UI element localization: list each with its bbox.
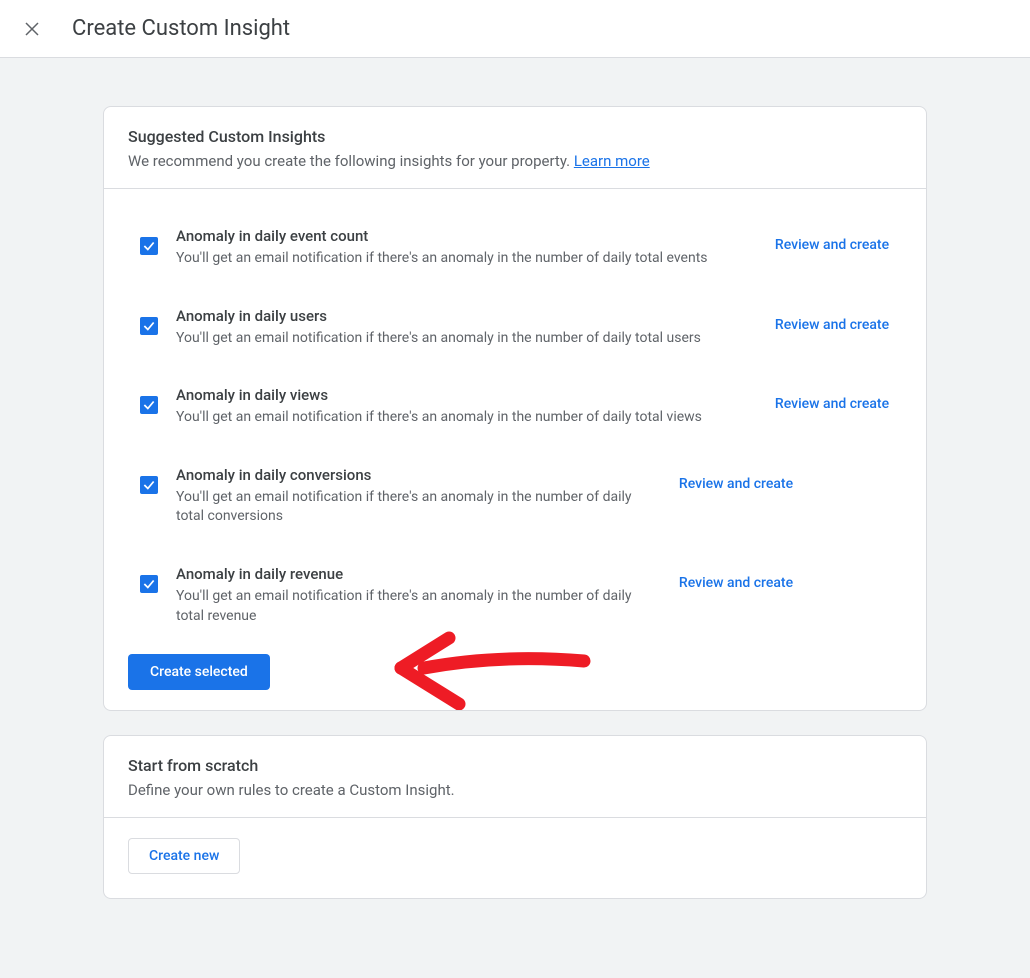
insight-title: Anomaly in daily revenue <box>176 565 650 583</box>
insight-text: Anomaly in daily event count You'll get … <box>176 227 762 269</box>
insight-text: Anomaly in daily views You'll get an ema… <box>176 386 762 428</box>
close-icon <box>23 20 41 38</box>
suggested-subtitle-text: We recommend you create the following in… <box>128 152 574 170</box>
insight-checkbox[interactable] <box>140 476 158 494</box>
page-title: Create Custom Insight <box>72 16 290 41</box>
insight-row: Anomaly in daily event count You'll get … <box>128 189 902 269</box>
insights-list: Anomaly in daily event count You'll get … <box>104 189 926 626</box>
review-and-create-link[interactable]: Review and create <box>762 307 902 333</box>
insight-title: Anomaly in daily conversions <box>176 466 650 484</box>
review-and-create-link[interactable]: Review and create <box>762 227 902 253</box>
insight-title: Anomaly in daily views <box>176 386 746 404</box>
scratch-title: Start from scratch <box>128 756 902 775</box>
checkmark-icon <box>142 239 156 253</box>
checkbox-wrap <box>128 227 176 255</box>
insight-checkbox[interactable] <box>140 237 158 255</box>
create-selected-wrap: Create selected <box>104 626 926 710</box>
review-and-create-link[interactable]: Review and create <box>666 565 806 591</box>
insight-description: You'll get an email notification if ther… <box>176 587 650 626</box>
checkbox-wrap <box>128 466 176 494</box>
checkbox-wrap <box>128 565 176 593</box>
scratch-body: Create new <box>104 818 926 898</box>
suggested-card-header: Suggested Custom Insights We recommend y… <box>104 107 926 189</box>
suggested-insights-card: Suggested Custom Insights We recommend y… <box>103 106 927 711</box>
create-new-button[interactable]: Create new <box>128 838 240 874</box>
scratch-subtitle: Define your own rules to create a Custom… <box>128 781 902 799</box>
suggested-subtitle: We recommend you create the following in… <box>128 152 902 170</box>
dialog-header: Create Custom Insight <box>0 0 1030 58</box>
checkmark-icon <box>142 577 156 591</box>
insight-row: Anomaly in daily revenue You'll get an e… <box>128 527 902 626</box>
insight-text: Anomaly in daily revenue You'll get an e… <box>176 565 666 626</box>
insight-checkbox[interactable] <box>140 396 158 414</box>
insight-title: Anomaly in daily users <box>176 307 746 325</box>
learn-more-link[interactable]: Learn more <box>574 152 650 170</box>
insight-checkbox[interactable] <box>140 317 158 335</box>
insight-description: You'll get an email notification if ther… <box>176 249 746 269</box>
checkbox-wrap <box>128 386 176 414</box>
review-and-create-link[interactable]: Review and create <box>762 386 902 412</box>
insight-text: Anomaly in daily conversions You'll get … <box>176 466 666 527</box>
insight-description: You'll get an email notification if ther… <box>176 488 650 527</box>
insight-text: Anomaly in daily users You'll get an ema… <box>176 307 762 349</box>
insight-description: You'll get an email notification if ther… <box>176 408 746 428</box>
start-from-scratch-card: Start from scratch Define your own rules… <box>103 735 927 899</box>
checkmark-icon <box>142 319 156 333</box>
suggested-title: Suggested Custom Insights <box>128 127 902 146</box>
checkbox-wrap <box>128 307 176 335</box>
checkmark-icon <box>142 398 156 412</box>
review-and-create-link[interactable]: Review and create <box>666 466 806 492</box>
create-selected-button[interactable]: Create selected <box>128 654 270 690</box>
insight-row: Anomaly in daily views You'll get an ema… <box>128 348 902 428</box>
scratch-card-header: Start from scratch Define your own rules… <box>104 736 926 818</box>
insight-row: Anomaly in daily users You'll get an ema… <box>128 269 902 349</box>
page-body: Suggested Custom Insights We recommend y… <box>0 58 1030 978</box>
insight-row: Anomaly in daily conversions You'll get … <box>128 428 902 527</box>
insight-description: You'll get an email notification if ther… <box>176 329 746 349</box>
insight-title: Anomaly in daily event count <box>176 227 746 245</box>
checkmark-icon <box>142 478 156 492</box>
insight-checkbox[interactable] <box>140 575 158 593</box>
close-button[interactable] <box>20 17 44 41</box>
annotation-arrow-icon <box>389 626 599 711</box>
